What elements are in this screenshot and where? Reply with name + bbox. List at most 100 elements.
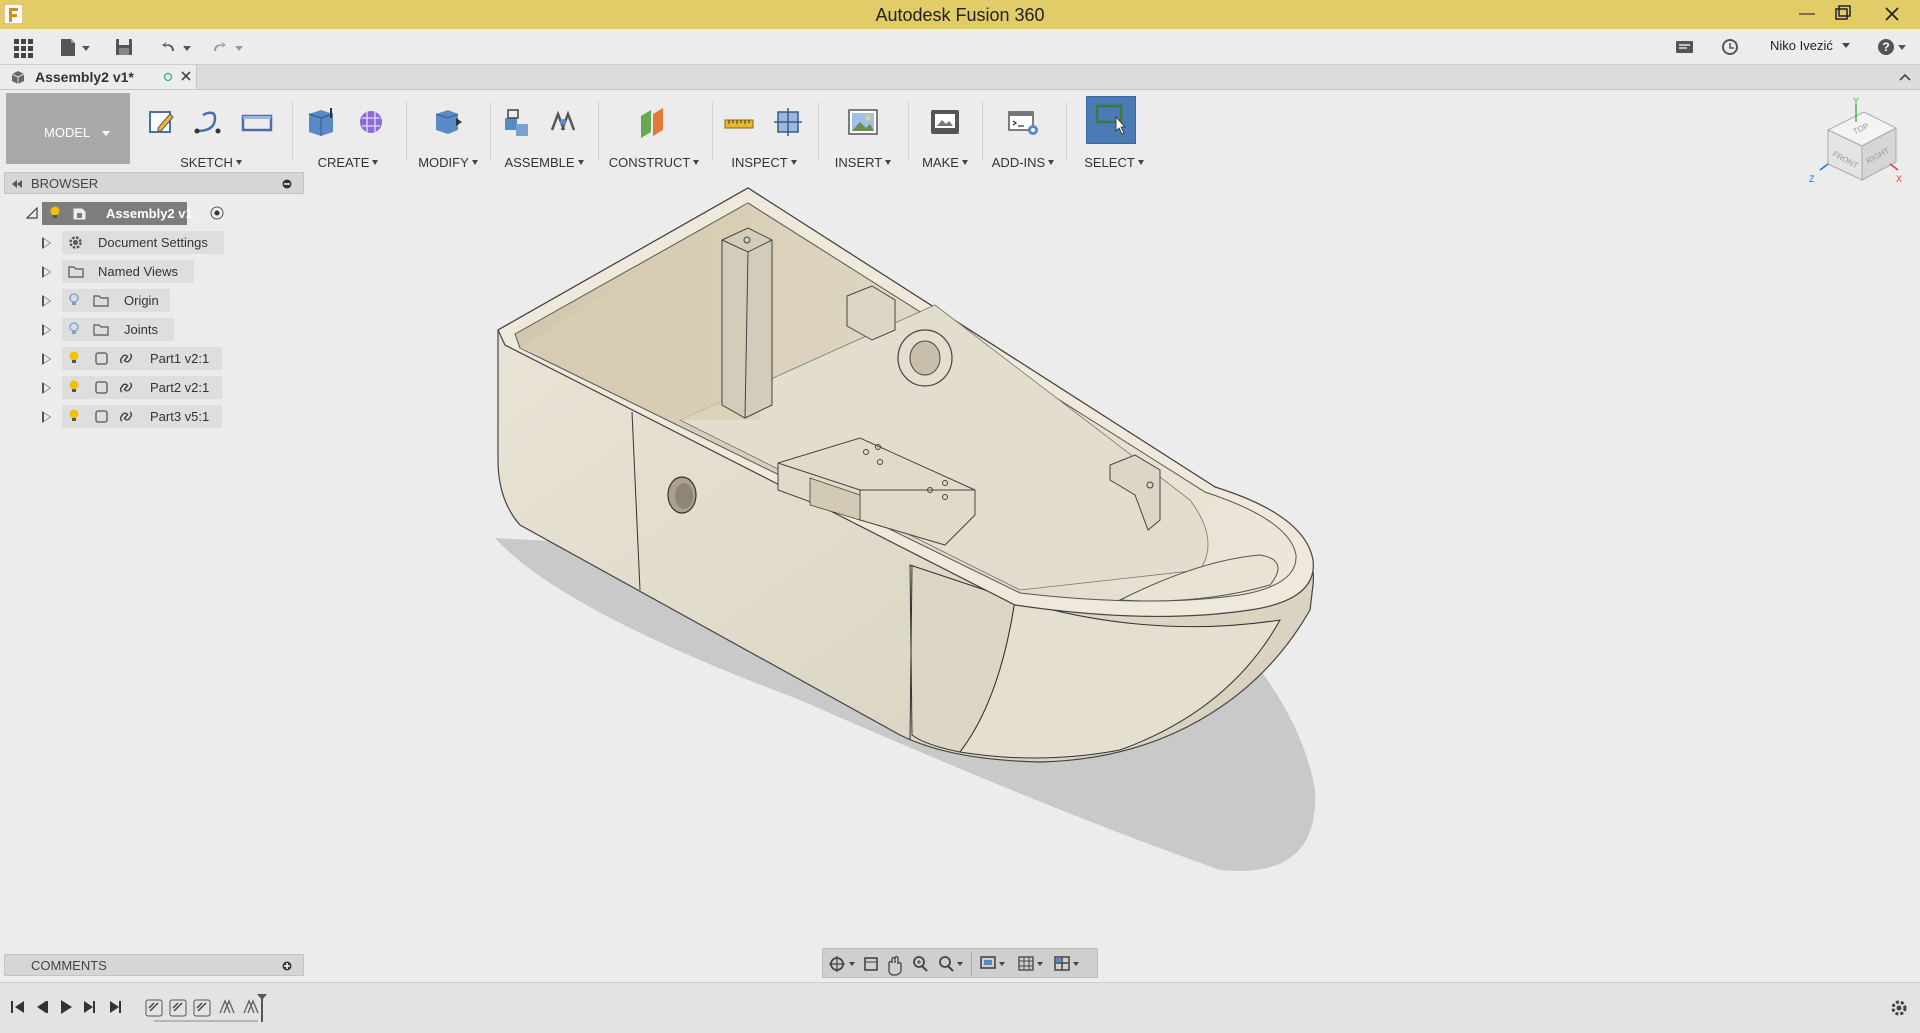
tree-root-label: Assembly2 v1 (106, 206, 193, 221)
browser-options-icon[interactable] (282, 179, 292, 189)
visibility-off-bulb-icon[interactable] (68, 322, 80, 336)
3d-print-icon[interactable] (928, 104, 962, 140)
tree-item-part2[interactable]: Part2 v2:1 (38, 376, 238, 400)
measure-icon[interactable] (722, 104, 756, 140)
expand-arrow-icon[interactable] (42, 353, 51, 365)
fit-zoom-icon[interactable] (939, 956, 963, 972)
tree-item-joints[interactable]: Joints (38, 318, 238, 342)
collapse-tabs-icon[interactable] (1898, 71, 1912, 83)
comments-panel[interactable]: COMMENTS (4, 954, 304, 976)
offset-plane-icon[interactable] (636, 104, 670, 140)
component-icon (94, 409, 109, 424)
visibility-off-bulb-icon[interactable] (68, 293, 80, 307)
expand-arrow-icon[interactable] (42, 237, 51, 249)
data-panel-button[interactable] (12, 36, 34, 58)
step-forward-icon[interactable] (84, 1001, 95, 1013)
close-window-button[interactable] (1864, 0, 1920, 29)
viewports-icon[interactable] (1054, 956, 1079, 971)
folder-icon (68, 265, 84, 278)
restore-button[interactable] (1819, 0, 1865, 29)
go-to-start-icon[interactable] (11, 1001, 24, 1013)
step-back-icon[interactable] (37, 1001, 48, 1013)
construct-group: CONSTRUCT (602, 96, 706, 170)
window-title: Autodesk Fusion 360 (875, 5, 1045, 25)
tree-item-part1[interactable]: Part1 v2:1 (38, 347, 238, 371)
look-at-icon[interactable] (864, 957, 878, 971)
tree-root-row[interactable]: Assembly2 v1 (22, 202, 232, 226)
timeline-motion-icon[interactable] (219, 999, 235, 1014)
expand-arrow-icon[interactable] (42, 382, 51, 394)
tree-item-document-settings[interactable]: Document Settings (38, 231, 238, 255)
document-tab-label: Assembly2 v1* (35, 69, 134, 85)
pan-hand-icon[interactable] (888, 955, 902, 976)
collapse-panel-icon[interactable] (11, 179, 23, 189)
document-tab[interactable]: Assembly2 v1* (0, 65, 197, 89)
3d-viewport[interactable] (0, 168, 1920, 981)
form-icon[interactable] (354, 104, 388, 140)
activate-radio-icon[interactable] (210, 206, 224, 220)
component-icon (94, 380, 109, 395)
visibility-bulb-icon[interactable] (68, 409, 80, 423)
zoom-icon[interactable] (913, 956, 928, 972)
create-group: CREATE (296, 96, 400, 170)
timeline-joint-icon[interactable] (169, 999, 187, 1017)
view-cube[interactable]: TOP FRONT RIGHT Y X Z (1806, 96, 1906, 196)
timeline-settings-gear-icon[interactable] (1890, 999, 1908, 1017)
visibility-bulb-icon[interactable] (68, 351, 80, 365)
visibility-bulb-icon[interactable] (49, 206, 61, 220)
new-component-icon[interactable] (500, 104, 534, 140)
svg-text:?: ? (1882, 40, 1889, 54)
press-pull-icon[interactable] (430, 104, 464, 140)
play-icon[interactable] (61, 1000, 72, 1014)
help-icon[interactable]: ? (1877, 36, 1911, 58)
expand-arrow-icon[interactable] (42, 411, 51, 423)
assemble-group: ASSEMBLE (494, 96, 594, 170)
link-icon (118, 380, 134, 395)
expand-arrow-icon[interactable] (42, 324, 51, 336)
extrude-icon[interactable] (304, 104, 338, 140)
rectangle-sketch-icon[interactable] (240, 104, 274, 140)
history-clock-icon[interactable] (1719, 36, 1741, 58)
assembly-icon (72, 206, 88, 220)
display-settings-icon[interactable] (980, 956, 1005, 969)
save-icon[interactable] (114, 36, 134, 58)
joint-icon[interactable] (546, 104, 580, 140)
section-analysis-icon[interactable] (772, 104, 806, 140)
workspace-label: MODEL (44, 125, 91, 140)
go-to-end-icon[interactable] (110, 1001, 121, 1013)
user-account-menu[interactable]: Niko Ivezić (1770, 38, 1851, 53)
collapse-root-icon[interactable] (26, 207, 38, 219)
workspace-switcher[interactable]: MODEL (6, 93, 130, 164)
document-tab-bar: Assembly2 v1* (0, 65, 1920, 90)
job-status-icon[interactable] (1674, 36, 1696, 58)
redo-button[interactable] (210, 36, 246, 58)
tree-item-named-views[interactable]: Named Views (38, 260, 238, 284)
navigation-bar (822, 948, 1098, 978)
visibility-bulb-icon[interactable] (68, 380, 80, 394)
create-sketch-icon[interactable] (144, 104, 178, 140)
timeline-joint-icon[interactable] (193, 999, 211, 1017)
timeline-joint-icon[interactable] (145, 999, 163, 1017)
tree-item-part3[interactable]: Part3 v5:1 (38, 405, 238, 429)
inspect-group: INSPECT (716, 96, 812, 170)
line-sketch-icon[interactable] (192, 104, 226, 140)
select-group: SELECT (1078, 96, 1150, 170)
undo-button[interactable] (158, 36, 194, 58)
close-tab-icon[interactable] (180, 70, 192, 82)
component-icon (94, 351, 109, 366)
select-tool-button[interactable] (1086, 96, 1136, 144)
timeline-motion-icon[interactable] (243, 999, 259, 1014)
insert-image-icon[interactable] (846, 104, 880, 140)
tree-item-label: Origin (124, 293, 159, 308)
tree-item-origin[interactable]: Origin (38, 289, 238, 313)
add-comment-icon[interactable] (282, 961, 292, 971)
scripts-addins-icon[interactable] (1006, 104, 1040, 140)
grid-settings-icon[interactable] (1018, 956, 1043, 971)
orbit-icon[interactable] (829, 956, 855, 972)
expand-arrow-icon[interactable] (42, 266, 51, 278)
browser-header[interactable]: BROWSER (4, 172, 304, 194)
expand-arrow-icon[interactable] (42, 295, 51, 307)
timeline-marker[interactable] (257, 994, 267, 1022)
file-menu-button[interactable] (58, 36, 92, 58)
link-icon (118, 409, 134, 424)
